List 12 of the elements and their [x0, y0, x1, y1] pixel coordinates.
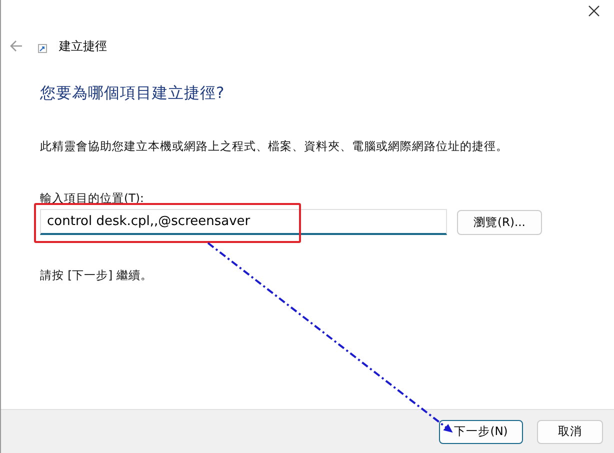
page-heading: 您要為哪個項目建立捷徑? [40, 83, 226, 104]
close-icon[interactable] [586, 3, 602, 19]
back-arrow-icon[interactable] [9, 40, 23, 52]
cancel-button[interactable]: 取消 [537, 420, 603, 444]
next-button[interactable]: 下一步(N) [439, 420, 523, 444]
shortcut-icon [38, 44, 47, 52]
description-text: 此精靈會協助您建立本機或網路上之程式、檔案、資料夾、電腦或網際網路位址的捷徑。 [40, 139, 509, 154]
browse-button[interactable]: 瀏覽(R)... [457, 210, 542, 234]
location-label: 輸入項目的位置(T): [40, 191, 145, 206]
hint-text: 請按 [下一步] 繼續。 [40, 268, 154, 283]
wizard-title: 建立捷徑 [59, 38, 107, 54]
location-field[interactable]: control desk.cpl,,@screensaver [40, 209, 447, 235]
